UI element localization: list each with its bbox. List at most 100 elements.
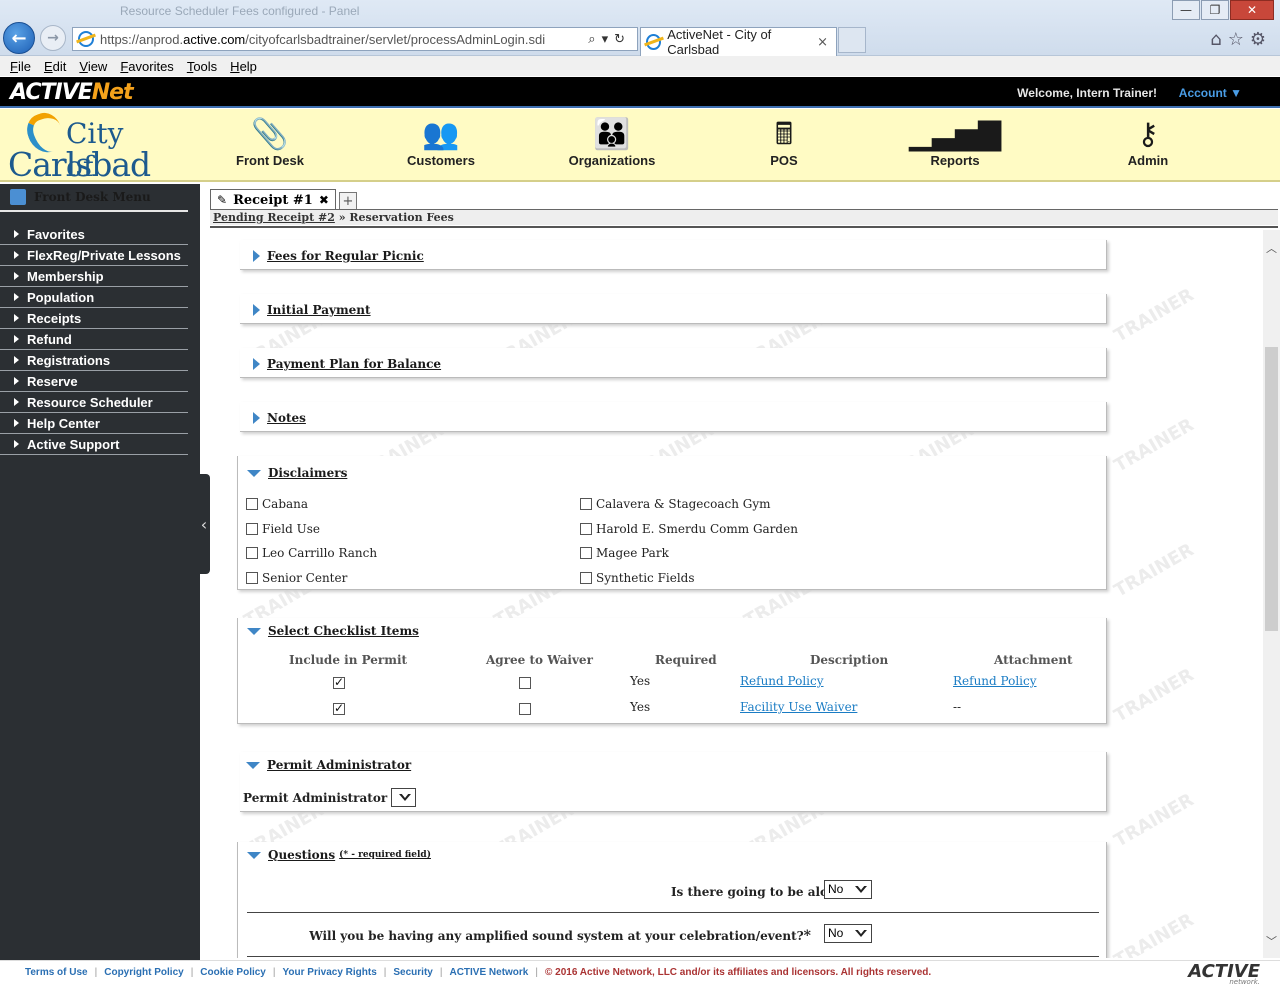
sidebar-item-population[interactable]: Population — [0, 287, 188, 308]
new-tab-button[interactable] — [838, 27, 866, 53]
footer-link-cookie[interactable]: Cookie Policy — [200, 967, 266, 978]
forward-button[interactable]: → — [40, 25, 66, 51]
include-in-permit-checkbox[interactable] — [333, 701, 345, 715]
address-actions[interactable]: ⌕▾↻ — [588, 32, 631, 47]
agree-to-waiver-checkbox[interactable] — [519, 703, 531, 715]
back-button[interactable]: ← — [3, 22, 35, 54]
disclaimer-field-use[interactable]: Field Use — [246, 522, 320, 536]
browser-tab-active[interactable]: ActiveNet - City of Carlsbad × — [640, 27, 837, 57]
disclaimer-smerdu-garden[interactable]: Harold E. Smerdu Comm Garden — [580, 522, 798, 536]
refresh-icon[interactable]: ↻ — [614, 32, 631, 47]
disclaimer-leo-carrillo[interactable]: Leo Carrillo Ranch — [246, 546, 377, 560]
section-notes: Notes — [240, 402, 1107, 432]
checkbox[interactable] — [246, 547, 258, 559]
menu-file[interactable]: File — [10, 59, 31, 74]
footer-link-copyright[interactable]: Copyright Policy — [104, 967, 183, 978]
breadcrumb-pending-receipt[interactable]: Pending Receipt #2 — [213, 211, 335, 224]
nav-pos[interactable]: 🖩 POS — [724, 117, 844, 168]
ie-icon — [78, 31, 94, 47]
alcohol-select[interactable]: No — [824, 880, 872, 899]
section-initial-payment-toggle[interactable]: Initial Payment — [253, 303, 371, 317]
checkbox[interactable] — [246, 498, 258, 510]
disclaimer-cabana[interactable]: Cabana — [246, 497, 308, 511]
checkbox[interactable] — [580, 572, 592, 584]
checkbox[interactable] — [580, 547, 592, 559]
sidebar-item-registrations[interactable]: Registrations — [0, 350, 188, 371]
footer-link-privacy[interactable]: Your Privacy Rights — [282, 967, 376, 978]
col-required: Required — [655, 653, 717, 667]
disclaimer-synthetic-fields[interactable]: Synthetic Fields — [580, 571, 695, 585]
section-questions-toggle[interactable]: Questions (* - required field) — [247, 848, 431, 862]
section-permit-admin-toggle[interactable]: Permit Administrator — [246, 758, 411, 772]
checkbox[interactable] — [580, 523, 592, 535]
url-text[interactable]: https://anprod.active.com/cityofcarlsbad… — [100, 32, 545, 47]
disclaimer-magee-park[interactable]: Magee Park — [580, 546, 669, 560]
menu-edit[interactable]: Edit — [44, 59, 66, 74]
sidebar-item-active-support[interactable]: Active Support — [0, 434, 188, 455]
footer-link-terms[interactable]: Terms of Use — [25, 967, 88, 978]
nav-front-desk[interactable]: 📎 Front Desk — [210, 117, 330, 168]
close-tab-icon[interactable]: × — [817, 35, 828, 50]
sidebar-item-resource-scheduler[interactable]: Resource Scheduler — [0, 392, 188, 413]
menu-tools[interactable]: Tools — [187, 59, 217, 74]
checkbox[interactable] — [246, 523, 258, 535]
nav-organizations[interactable]: 👪 Organizations — [552, 117, 672, 168]
section-disclaimers-toggle[interactable]: Disclaimers — [247, 466, 347, 480]
section-notes-toggle[interactable]: Notes — [253, 411, 306, 425]
close-window-button[interactable]: ✕ — [1230, 0, 1274, 20]
window-controls: — ❐ ✕ — [1171, 0, 1274, 20]
account-menu[interactable]: Account ▼ — [1179, 86, 1242, 100]
expand-arrow-icon — [14, 419, 19, 427]
disclaimer-senior-center[interactable]: Senior Center — [246, 571, 347, 585]
checkbox[interactable] — [246, 572, 258, 584]
scroll-down-icon[interactable]: ﹀ — [1263, 933, 1280, 950]
sidebar-header[interactable]: Front Desk Menu — [0, 184, 188, 212]
nav-reports[interactable]: ▁▃▅▇ Reports — [895, 117, 1015, 168]
home-icon[interactable]: ⌂ — [1210, 29, 1227, 50]
menu-favorites[interactable]: Favorites — [120, 59, 173, 74]
menu-view[interactable]: View — [79, 59, 107, 74]
sidebar-item-favorites[interactable]: Favorites — [0, 224, 188, 245]
amplified-sound-select[interactable]: No — [824, 924, 872, 943]
add-tab-button[interactable]: + — [338, 192, 357, 210]
include-in-permit-checkbox[interactable] — [333, 675, 345, 689]
favorites-star-icon[interactable]: ☆ — [1228, 29, 1250, 50]
welcome-text: Welcome, Intern Trainer! — [1017, 86, 1157, 100]
agree-to-waiver-checkbox[interactable] — [519, 677, 531, 689]
disclaimer-calavera[interactable]: Calavera & Stagecoach Gym — [580, 497, 771, 511]
description-link[interactable]: Facility Use Waiver — [740, 700, 857, 714]
search-icon[interactable]: ⌕ — [588, 32, 601, 47]
section-checklist-toggle[interactable]: Select Checklist Items — [247, 624, 419, 638]
nav-customers[interactable]: 👥 Customers — [381, 117, 501, 168]
collapse-sidebar-handle[interactable]: ‹ — [198, 474, 210, 574]
vertical-scrollbar[interactable]: ︿ ﹀ — [1263, 230, 1280, 958]
attachment-link[interactable]: Refund Policy — [953, 674, 1037, 688]
sidebar-item-help-center[interactable]: Help Center — [0, 413, 188, 434]
footer-link-active-network[interactable]: ACTIVE Network — [449, 967, 528, 978]
restore-button[interactable]: ❐ — [1201, 0, 1229, 20]
settings-gear-icon[interactable]: ⚙ — [1250, 29, 1272, 50]
nav-admin[interactable]: ⚷ Admin — [1088, 117, 1208, 168]
section-payment-plan-toggle[interactable]: Payment Plan for Balance — [253, 357, 441, 371]
description-link[interactable]: Refund Policy — [740, 674, 824, 688]
sidebar-item-receipts[interactable]: Receipts — [0, 308, 188, 329]
scroll-up-icon[interactable]: ︿ — [1263, 240, 1280, 257]
permit-admin-select[interactable] — [391, 788, 417, 807]
footer-link-security[interactable]: Security — [393, 967, 432, 978]
sidebar-item-refund[interactable]: Refund — [0, 329, 188, 350]
question-amplified-sound: Will you be having any amplified sound s… — [309, 928, 811, 944]
menu-toggle-icon[interactable] — [10, 189, 26, 205]
collapse-down-icon — [246, 761, 260, 769]
section-fees-toggle[interactable]: Fees for Regular Picnic — [253, 249, 424, 263]
sidebar-item-flexreg[interactable]: FlexReg/Private Lessons — [0, 245, 188, 266]
close-tab-icon[interactable]: ✖ — [319, 193, 329, 207]
sidebar-item-membership[interactable]: Membership — [0, 266, 188, 287]
chevron-left-icon: ‹ — [200, 514, 208, 534]
tab-receipt-1[interactable]: ✎ Receipt #1 ✖ — [210, 189, 336, 210]
minimize-button[interactable]: — — [1172, 0, 1200, 20]
scroll-thumb[interactable] — [1265, 347, 1278, 631]
checkbox[interactable] — [580, 498, 592, 510]
menu-help[interactable]: Help — [230, 59, 257, 74]
address-bar[interactable]: https://anprod.active.com/cityofcarlsbad… — [72, 27, 638, 51]
sidebar-item-reserve[interactable]: Reserve — [0, 371, 188, 392]
